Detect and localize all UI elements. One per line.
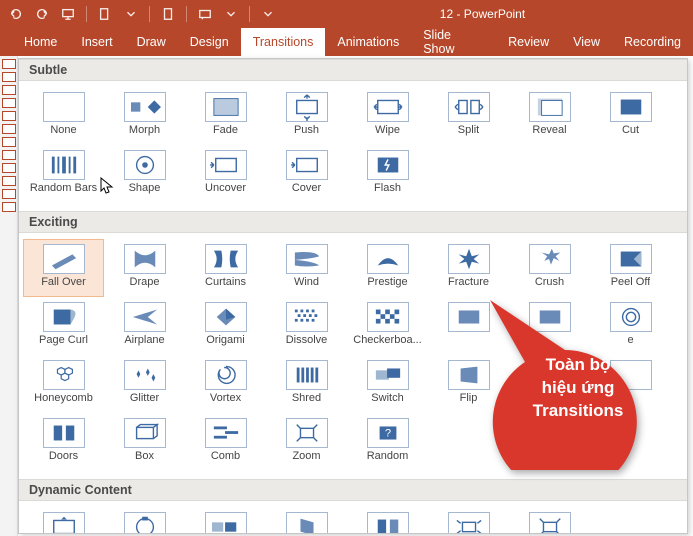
transitions-gallery[interactable]: Subtle None Morph Fade Push Wipe Split R… — [18, 58, 688, 534]
group-header-subtle: Subtle — [19, 59, 687, 81]
transition-random[interactable]: ?Random — [347, 413, 428, 471]
transition-drape[interactable]: Drape — [104, 239, 185, 297]
group-header-dynamic: Dynamic Content — [19, 479, 687, 501]
transition-honeycomb[interactable]: Honeycomb — [23, 355, 104, 413]
transition-curtains[interactable]: Curtains — [185, 239, 266, 297]
transition-cut[interactable]: Cut — [590, 87, 671, 145]
tab-transitions[interactable]: Transitions — [241, 28, 326, 56]
transition-shred[interactable]: Shred — [266, 355, 347, 413]
transition-wind[interactable]: Wind — [266, 239, 347, 297]
transition-hidden-2[interactable] — [509, 297, 590, 355]
transition-random-bars[interactable]: Random Bars — [23, 145, 104, 203]
tab-animations[interactable]: Animations — [325, 28, 411, 56]
transition-vortex[interactable]: Vortex — [185, 355, 266, 413]
qat-customize[interactable] — [258, 4, 278, 24]
new-slide-dropdown[interactable] — [121, 4, 141, 24]
transition-box[interactable]: Box — [104, 413, 185, 471]
transition-checkerboard[interactable]: Checkerboa... — [347, 297, 428, 355]
transition-zoom[interactable]: Zoom — [266, 413, 347, 471]
tab-insert[interactable]: Insert — [69, 28, 124, 56]
tab-draw[interactable]: Draw — [125, 28, 178, 56]
transition-rotate[interactable]: Rotate — [266, 507, 347, 534]
transition-airplane[interactable]: Airplane — [104, 297, 185, 355]
transition-push[interactable]: Push — [266, 87, 347, 145]
transition-uncover[interactable]: Uncover — [185, 145, 266, 203]
group-header-exciting: Exciting — [19, 211, 687, 233]
new-slide-button[interactable] — [95, 4, 115, 24]
transition-window[interactable]: Window — [347, 507, 428, 534]
transition-reveal[interactable]: Reveal — [509, 87, 590, 145]
transition-orbit[interactable]: Orbit — [428, 507, 509, 534]
svg-text:?: ? — [384, 428, 390, 440]
transition-origami[interactable]: Origami — [185, 297, 266, 355]
transition-hidden-4[interactable] — [509, 355, 590, 413]
textbox-dropdown[interactable] — [221, 4, 241, 24]
transition-pan[interactable]: Pan — [23, 507, 104, 534]
redo-button[interactable] — [32, 4, 52, 24]
transition-shape[interactable]: Shape — [104, 145, 185, 203]
transition-dissolve[interactable]: Dissolve — [266, 297, 347, 355]
transition-hidden-1[interactable] — [428, 297, 509, 355]
group-subtle: None Morph Fade Push Wipe Split Reveal C… — [19, 81, 687, 211]
tab-recording[interactable]: Recording — [612, 28, 693, 56]
transition-ferris-wheel[interactable]: Ferris Wheel — [104, 507, 185, 534]
transition-prestige[interactable]: Prestige — [347, 239, 428, 297]
transition-fall-over[interactable]: Fall Over — [23, 239, 104, 297]
start-slideshow-button[interactable] — [58, 4, 78, 24]
transition-conveyor[interactable]: Conveyor — [185, 507, 266, 534]
transition-hidden-3[interactable]: e — [590, 297, 671, 355]
transition-fly-through[interactable]: Fly Through — [509, 507, 590, 534]
transition-cover[interactable]: Cover — [266, 145, 347, 203]
transition-comb[interactable]: Comb — [185, 413, 266, 471]
transition-wipe[interactable]: Wipe — [347, 87, 428, 145]
transition-morph[interactable]: Morph — [104, 87, 185, 145]
transition-split[interactable]: Split — [428, 87, 509, 145]
undo-button[interactable] — [6, 4, 26, 24]
transition-glitter[interactable]: Glitter — [104, 355, 185, 413]
transition-none[interactable]: None — [23, 87, 104, 145]
tab-home[interactable]: Home — [12, 28, 69, 56]
new-document-button[interactable] — [158, 4, 178, 24]
transition-crush[interactable]: Crush — [509, 239, 590, 297]
title-bar: 12 - PowerPoint — [0, 0, 693, 28]
ribbon-tabs: Home Insert Draw Design Transitions Anim… — [0, 28, 693, 56]
slide-thumbnail-panel[interactable] — [0, 56, 18, 536]
transition-page-curl[interactable]: Page Curl — [23, 297, 104, 355]
tab-view[interactable]: View — [561, 28, 612, 56]
transition-switch[interactable]: Switch — [347, 355, 428, 413]
textbox-button[interactable] — [195, 4, 215, 24]
transition-fracture[interactable]: Fracture — [428, 239, 509, 297]
tab-design[interactable]: Design — [178, 28, 241, 56]
transition-peel-off[interactable]: Peel Off — [590, 239, 671, 297]
transition-flash[interactable]: Flash — [347, 145, 428, 203]
window-title: 12 - PowerPoint — [278, 7, 687, 21]
transition-fade[interactable]: Fade — [185, 87, 266, 145]
transition-hidden-5[interactable] — [590, 355, 671, 413]
tab-slideshow[interactable]: Slide Show — [411, 28, 496, 56]
group-dynamic-content: Pan Ferris Wheel Conveyor Rotate Window … — [19, 501, 687, 534]
transition-flip[interactable]: Flip — [428, 355, 509, 413]
group-exciting: Fall Over Drape Curtains Wind Prestige F… — [19, 233, 687, 479]
transition-doors[interactable]: Doors — [23, 413, 104, 471]
quick-access-toolbar — [6, 4, 278, 24]
tab-review[interactable]: Review — [496, 28, 561, 56]
